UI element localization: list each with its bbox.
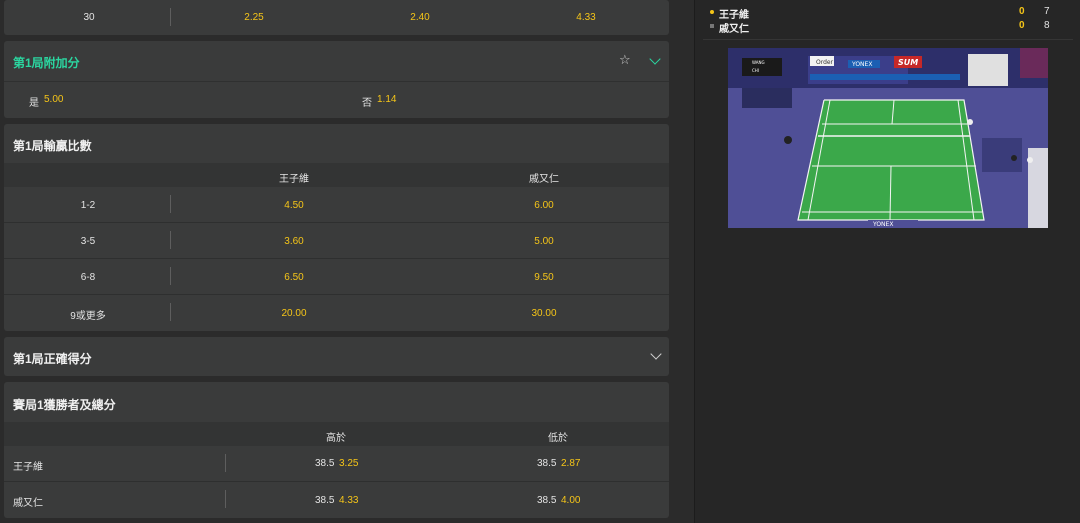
bonus-yes-odds[interactable]: 5.00 — [44, 94, 63, 105]
over-col: 高於 — [326, 433, 346, 444]
scoreboard-row-p1: 王子維 0 7 — [695, 6, 1080, 21]
under-odds[interactable]: 4.00 — [561, 495, 580, 506]
expand-chevron-icon[interactable] — [650, 348, 662, 360]
favorite-star-icon[interactable]: ☆ — [619, 52, 631, 68]
exact-score-card[interactable]: 第1局正確得分 — [4, 337, 669, 376]
top-odds-card: 30 2.25 2.40 4.33 — [4, 0, 669, 35]
over-odds[interactable]: 3.25 — [339, 458, 358, 469]
bonus-no-odds[interactable]: 1.14 — [377, 94, 396, 105]
p1-name: 王子維 — [719, 10, 749, 21]
markets-panel: 30 2.25 2.40 4.33 第1局附加分 ☆ 是 5.00 否 1.14… — [0, 0, 690, 523]
margin-row-label: 6-8 — [80, 272, 96, 283]
p2-points: 8 — [1044, 20, 1050, 31]
bonus-title[interactable]: 第1局附加分 — [4, 54, 80, 71]
margin-row-odds-b[interactable]: 30.00 — [504, 308, 584, 319]
margin-row-odds-a[interactable]: 3.60 — [254, 236, 334, 247]
margin-title[interactable]: 第1局輸贏比數 — [4, 137, 92, 154]
serve-indicator-icon — [710, 10, 714, 14]
winner-total-title[interactable]: 賽局1獲勝者及總分 — [4, 396, 116, 413]
margin-row-odds-a[interactable]: 4.50 — [254, 200, 334, 211]
under-line: 38.5 — [537, 458, 557, 469]
under-line: 38.5 — [537, 495, 557, 506]
top-row-odds-3[interactable]: 4.33 — [556, 12, 616, 23]
over-odds[interactable]: 4.33 — [339, 495, 358, 506]
bonus-yes-label: 是 — [29, 98, 39, 109]
winner-total-header: 高於 低於 — [4, 422, 669, 446]
p1-game: 0 — [1019, 6, 1025, 17]
p1-points: 7 — [1044, 6, 1050, 17]
over-line: 38.5 — [315, 495, 335, 506]
winner-total-card: 賽局1獲勝者及總分 高於 低於 王子維 38.5 3.25 38.5 2.87 … — [4, 382, 669, 518]
margin-row-label: 3-5 — [80, 236, 96, 247]
bonus-points-card: 第1局附加分 ☆ 是 5.00 否 1.14 — [4, 41, 669, 118]
under-odds[interactable]: 2.87 — [561, 458, 580, 469]
video-overlay-p1: WANG — [752, 60, 765, 65]
over-line: 38.5 — [315, 458, 335, 469]
live-panel: 王子維 0 7 戚又仁 0 8 Order YONEX SUM WANG CHI — [694, 0, 1080, 523]
idle-indicator-icon — [710, 24, 714, 28]
video-banner-1: YONEX — [851, 61, 872, 68]
margin-row-odds-b[interactable]: 6.00 — [504, 200, 584, 211]
p2-game: 0 — [1019, 20, 1025, 31]
margin-col-1: 王子維 — [279, 174, 309, 185]
collapse-chevron-icon[interactable] — [649, 53, 661, 65]
margin-card: 第1局輸贏比數 王子維 戚又仁 1-2 4.50 6.00 3-5 3.60 5… — [4, 124, 669, 331]
video-banner-3: Order — [816, 59, 834, 66]
player-name: 戚又仁 — [13, 498, 43, 509]
top-row-label: 30 — [83, 12, 95, 23]
video-court-brand: YONEX — [872, 221, 893, 228]
video-banner-2: SUM — [898, 58, 918, 67]
margin-row-label: 9或更多 — [70, 311, 106, 322]
badminton-court-image: Order YONEX SUM WANG CHI YONEX — [728, 48, 1048, 228]
top-row-odds-2[interactable]: 2.40 — [390, 12, 450, 23]
margin-row-odds-a[interactable]: 20.00 — [254, 308, 334, 319]
margin-row-odds-b[interactable]: 5.00 — [504, 236, 584, 247]
video-overlay-p2: CHI — [752, 68, 759, 73]
under-col: 低於 — [548, 433, 568, 444]
exact-title[interactable]: 第1局正確得分 — [4, 350, 92, 367]
player-name: 王子維 — [13, 462, 43, 473]
live-video[interactable]: Order YONEX SUM WANG CHI YONEX — [728, 48, 1048, 228]
scoreboard-divider — [703, 39, 1073, 40]
bonus-no-label: 否 — [362, 98, 372, 109]
margin-row-label: 1-2 — [80, 200, 96, 211]
scoreboard-row-p2: 戚又仁 0 8 — [695, 20, 1080, 35]
margin-col-2: 戚又仁 — [529, 174, 559, 185]
p2-name: 戚又仁 — [719, 24, 749, 35]
margin-row-odds-a[interactable]: 6.50 — [254, 272, 334, 283]
margin-row-odds-b[interactable]: 9.50 — [504, 272, 584, 283]
margin-header: 王子維 戚又仁 — [4, 163, 669, 187]
top-row-odds-1[interactable]: 2.25 — [224, 12, 284, 23]
